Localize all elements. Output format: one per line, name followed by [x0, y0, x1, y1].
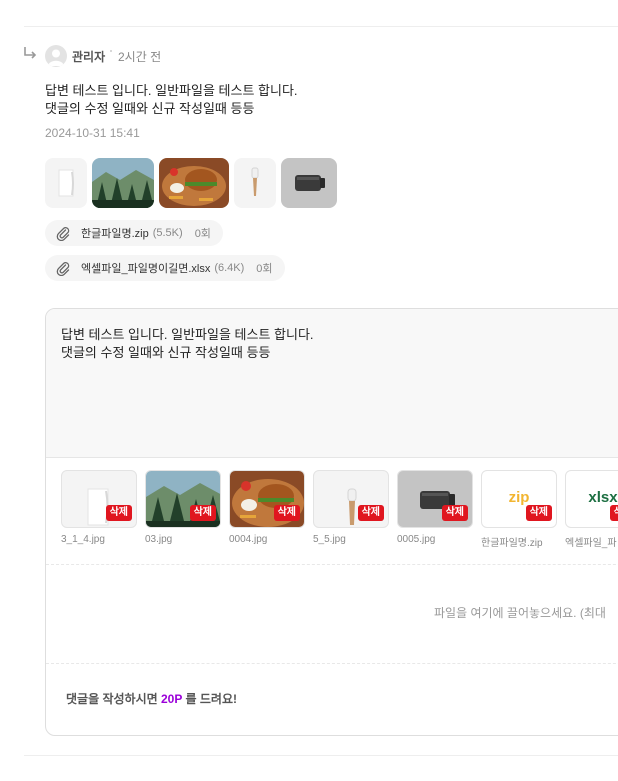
comment-textarea[interactable]: 답변 테스트 입니다. 일반파일을 테스트 합니다. 댓글의 수정 일때와 신규…	[46, 309, 618, 458]
upload-thumb: xlsx 삭제	[565, 470, 618, 528]
upload-item: xlsx 삭제 엑셀파일_파	[565, 470, 618, 549]
divider-dashed	[46, 663, 618, 664]
comment-thread: 관리자 2시간 전 답변 테스트 입니다. 일반파일을 테스트 합니다. 댓글의…	[0, 0, 618, 781]
upload-thumb: zip 삭제	[481, 470, 557, 528]
upload-item: zip 삭제 한글파일명.zip	[481, 470, 557, 549]
upload-thumb: 삭제	[229, 470, 305, 528]
delete-button[interactable]: 삭제	[609, 505, 618, 521]
download-count: 0회	[194, 228, 211, 240]
paperclip-icon	[56, 227, 70, 241]
attachment-name: 한글파일명.zip	[81, 228, 149, 240]
upload-item: 삭제 0005.jpg	[397, 470, 473, 549]
image-thumb-burger[interactable]	[159, 158, 229, 208]
avatar[interactable]	[45, 45, 67, 67]
upload-thumb: 삭제	[313, 470, 389, 528]
delete-button[interactable]: 삭제	[525, 505, 552, 521]
upload-filename: 5_5.jpg	[313, 534, 346, 545]
attachment-size: (6.4K)	[214, 262, 245, 274]
comment-body: 답변 테스트 입니다. 일반파일을 테스트 합니다. 댓글의 수정 일때와 신규…	[45, 82, 298, 118]
upload-filename: 0005.jpg	[397, 534, 436, 545]
attached-images	[45, 158, 337, 208]
divider-bottom	[24, 755, 618, 756]
zip-file-icon: zip	[508, 489, 530, 506]
attachment-xlsx[interactable]: 엑셀파일_파일명이길면.xlsx (6.4K) 0회	[45, 255, 285, 281]
upload-filename: 03.jpg	[145, 534, 173, 545]
upload-item: 삭제 5_5.jpg	[313, 470, 389, 549]
upload-filename: 한글파일명.zip	[481, 538, 543, 549]
delete-button[interactable]: 삭제	[441, 505, 468, 521]
editor-line-1: 답변 테스트 입니다. 일반파일을 테스트 합니다.	[61, 327, 314, 342]
reward-suffix: 를 드려요!	[185, 692, 237, 706]
upload-thumb: 삭제	[61, 470, 137, 528]
bottle-image	[295, 175, 325, 191]
download-count: 0회	[256, 263, 273, 275]
time-ago: 2시간 전	[118, 50, 162, 64]
image-thumb-vase[interactable]	[45, 158, 87, 208]
paperclip-icon	[56, 262, 70, 276]
image-thumb-mountain[interactable]	[92, 158, 154, 208]
attachment-name: 엑셀파일_파일명이길면.xlsx	[81, 263, 211, 275]
xlsx-file-icon: xlsx	[588, 489, 618, 506]
upload-filename: 0004.jpg	[229, 534, 268, 545]
reward-points: 20P	[161, 692, 183, 706]
dropper-image	[251, 167, 259, 196]
divider-dashed	[46, 564, 618, 565]
burger-image	[159, 158, 229, 208]
upload-thumb: 삭제	[397, 470, 473, 528]
reward-notice: 댓글을 작성하시면 20P 를 드려요!	[66, 690, 237, 707]
upload-filename: 엑셀파일_파	[565, 538, 617, 549]
separator-dot	[110, 50, 112, 52]
upload-filename: 3_1_4.jpg	[61, 534, 105, 545]
author-name[interactable]: 관리자	[72, 48, 105, 65]
comment-line-2: 댓글의 수정 일때와 신규 작성일때 등등	[45, 101, 255, 116]
vase-image	[58, 169, 74, 197]
delete-button[interactable]: 삭제	[189, 505, 216, 521]
mountain-image	[92, 158, 154, 208]
upload-item: 삭제 3_1_4.jpg	[61, 470, 137, 549]
comment-date: 2024-10-31 15:41	[45, 126, 140, 140]
user-icon	[48, 49, 64, 66]
upload-item: 삭제 03.jpg	[145, 470, 221, 549]
drop-zone-hint[interactable]: 파일을 여기에 끌어놓으세요. (최대	[434, 604, 606, 621]
reply-arrow-icon	[24, 47, 37, 59]
editor-line-2: 댓글의 수정 일때와 신규 작성일때 등등	[61, 345, 271, 360]
image-thumb-bottle[interactable]	[281, 158, 337, 208]
reward-prefix: 댓글을 작성하시면	[66, 692, 158, 706]
attachment-size: (5.5K)	[152, 227, 183, 239]
image-thumb-dropper[interactable]	[234, 158, 276, 208]
delete-button[interactable]: 삭제	[357, 505, 384, 521]
divider-top	[24, 26, 618, 27]
upload-list: 삭제 3_1_4.jpg 삭제 03.jpg 삭제 0004.jpg 삭제 5_…	[61, 470, 618, 549]
upload-item: 삭제 0004.jpg	[229, 470, 305, 549]
attachment-zip[interactable]: 한글파일명.zip (5.5K) 0회	[45, 220, 223, 246]
comment-line-1: 답변 테스트 입니다. 일반파일을 테스트 합니다.	[45, 83, 298, 98]
upload-thumb: 삭제	[145, 470, 221, 528]
delete-button[interactable]: 삭제	[273, 505, 300, 521]
delete-button[interactable]: 삭제	[105, 505, 132, 521]
comment-editor: 답변 테스트 입니다. 일반파일을 테스트 합니다. 댓글의 수정 일때와 신규…	[45, 308, 618, 736]
